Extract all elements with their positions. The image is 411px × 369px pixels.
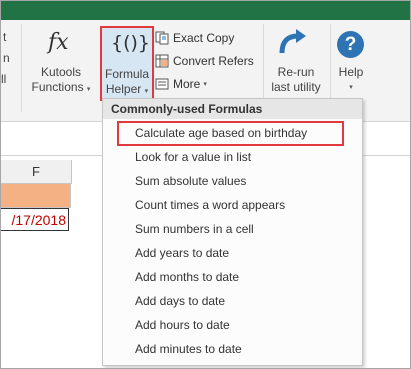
menu-item-look-for-value[interactable]: Look for a value in list <box>135 145 251 169</box>
more-label: More <box>173 76 201 91</box>
menu-header: Commonly-used Formulas <box>103 99 362 119</box>
header-cell[interactable] <box>1 184 71 208</box>
menu-item-sum-numbers-cell[interactable]: Sum numbers in a cell <box>135 217 254 241</box>
help-label-wrap: Help ▾ <box>333 65 369 95</box>
formula-helper-line1: Formula <box>104 67 149 81</box>
chevron-down-icon: ▾ <box>86 86 91 93</box>
exact-copy-icon <box>155 31 169 45</box>
menu-item-count-word[interactable]: Count times a word appears <box>135 193 285 217</box>
rerun-line1: Re-run <box>277 65 315 79</box>
menu-item-add-hours[interactable]: Add hours to date <box>135 313 230 337</box>
convert-refers-label: Convert Refers <box>173 53 254 68</box>
menu-item-add-days[interactable]: Add days to date <box>135 289 225 313</box>
help-label: Help <box>338 65 364 79</box>
help-icon: ? <box>337 31 364 58</box>
formula-braces-icon: {()} <box>111 32 151 54</box>
ribbon-fragment-1: t <box>3 30 7 44</box>
title-bar <box>1 1 410 20</box>
formula-helper-label: Formula Helper ▾ <box>100 67 154 99</box>
excel-window: t n ll fx Kutools Functions ▾ {()} Formu… <box>0 0 411 369</box>
convert-refers-button[interactable]: Convert Refers <box>155 51 254 70</box>
chevron-down-icon: ▾ <box>349 84 353 91</box>
kutools-functions-line2: Functions <box>31 80 84 94</box>
date-cell[interactable]: /17/2018 <box>1 208 69 231</box>
more-icon <box>155 77 169 91</box>
more-button[interactable]: More ▾ <box>155 74 207 93</box>
formula-helper-line2: Helper <box>105 82 142 96</box>
menu-item-add-years[interactable]: Add years to date <box>135 241 229 265</box>
menu-item-sum-absolute[interactable]: Sum absolute values <box>135 169 246 193</box>
kutools-functions-line1: Kutools <box>40 65 82 79</box>
function-fx-icon: fx <box>48 30 69 55</box>
menu-item-add-minutes[interactable]: Add minutes to date <box>135 337 242 361</box>
rerun-arrow-icon <box>276 27 308 62</box>
menu-item-add-months[interactable]: Add months to date <box>135 265 239 289</box>
exact-copy-button[interactable]: Exact Copy <box>155 28 234 47</box>
ribbon-fragment-3: ll <box>1 72 7 86</box>
ribbon-separator <box>21 24 22 112</box>
kutools-functions-label: Kutools Functions ▾ <box>31 65 91 97</box>
chevron-down-icon: ▾ <box>144 88 149 95</box>
convert-refers-icon <box>155 54 169 68</box>
rerun-line2: last utility <box>271 80 321 94</box>
chevron-down-icon: ▾ <box>203 80 207 88</box>
rerun-label: Re-run last utility <box>265 65 327 95</box>
ribbon-fragment-2: n <box>3 51 10 65</box>
highlight-box <box>117 121 344 146</box>
exact-copy-label: Exact Copy <box>173 30 235 45</box>
column-header-f[interactable]: F <box>1 160 72 184</box>
